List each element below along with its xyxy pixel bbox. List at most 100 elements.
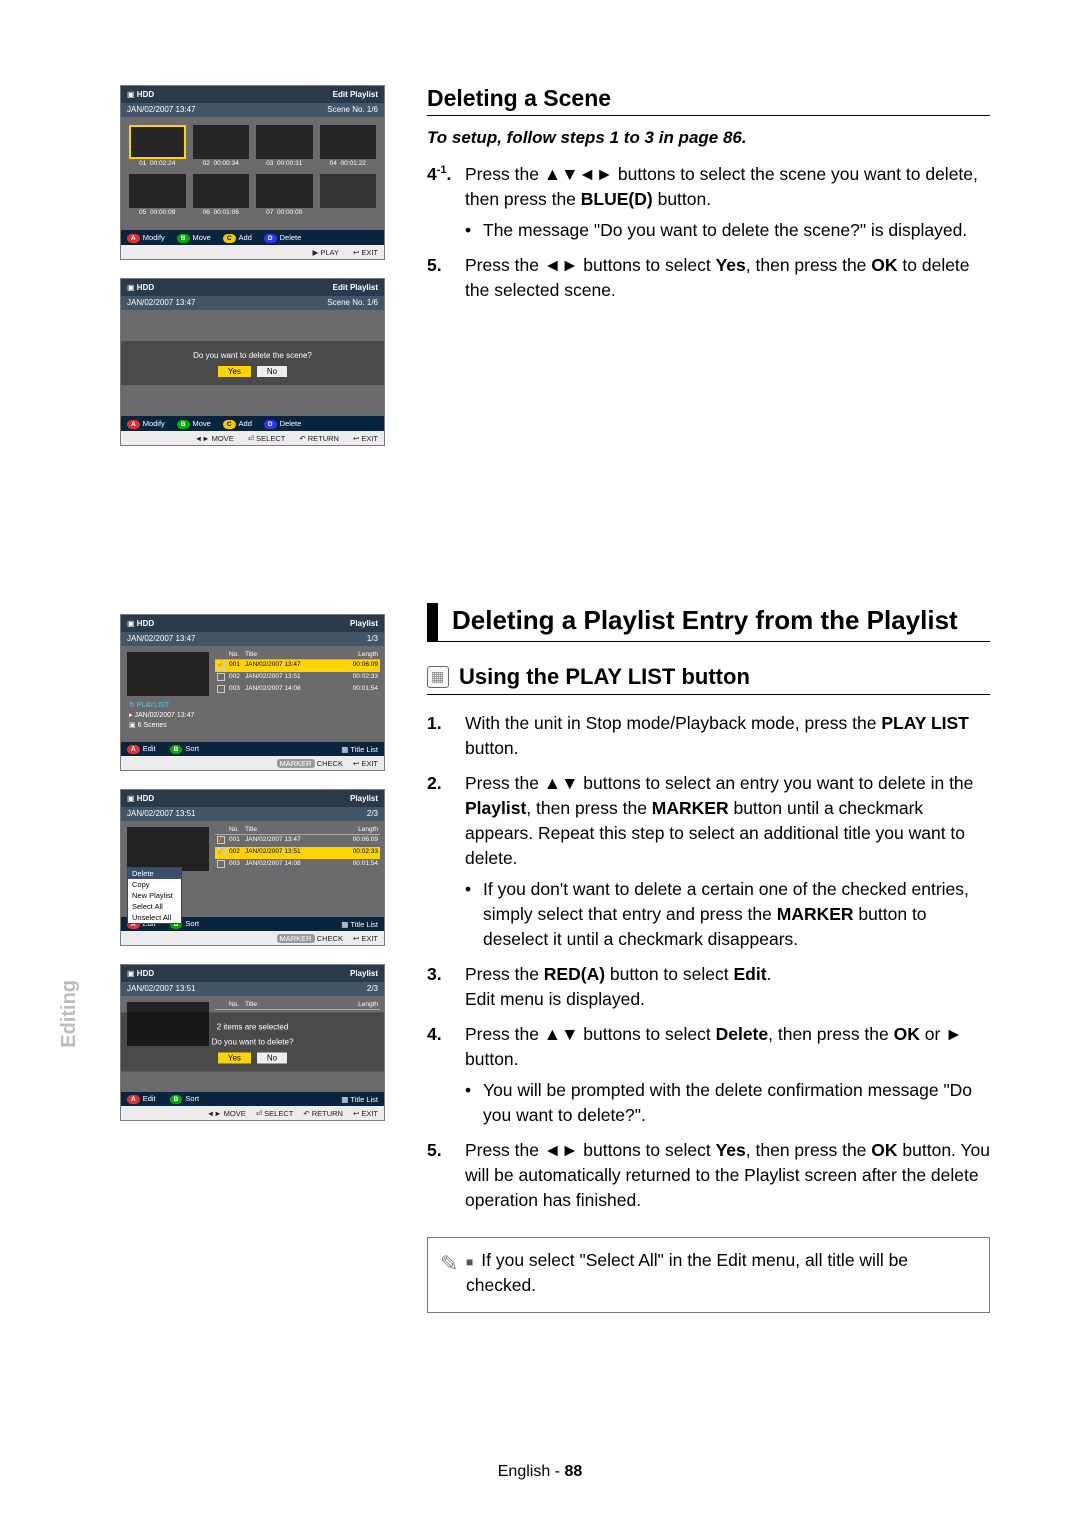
scene-thumb[interactable]: 02 00:00:34: [193, 125, 250, 167]
scene-thumb[interactable]: 01 00:02:24: [129, 125, 186, 167]
page-counter: 2/3: [367, 809, 378, 819]
timestamp: JAN/02/2007 13:51: [127, 984, 367, 994]
panel-mode: Edit Playlist: [333, 283, 378, 292]
panel-mode: Playlist: [350, 969, 378, 978]
move-label[interactable]: Move: [193, 419, 211, 428]
confirm-dialog: Do you want to delete the scene? Yes No: [121, 341, 384, 385]
modify-label[interactable]: Modify: [143, 233, 165, 242]
panel-title: HDD: [137, 969, 350, 978]
playlist-panel-3: ▣ HDD Playlist JAN/02/2007 13:51 2/3: [120, 964, 385, 1121]
playlist-info: ↻ PLAYLIST ▸ JAN/02/2007 13:47 ▣ 6 Scene…: [127, 700, 209, 730]
ctx-item-select-all[interactable]: Select All: [128, 901, 181, 912]
side-tab: Editing: [58, 980, 81, 1048]
hdd-icon: ▣: [127, 283, 135, 292]
step-5: 5. Press the ◄► buttons to select Yes, t…: [427, 253, 990, 303]
select-hint: ⏎ SELECT: [256, 1109, 294, 1118]
table-header: No. Title Length: [215, 1000, 380, 1010]
yes-button[interactable]: Yes: [218, 366, 251, 377]
edit-context-menu[interactable]: DeleteCopyNew PlaylistSelect AllUnselect…: [127, 867, 182, 924]
table-row[interactable]: 001JAN/02/2007 13:4700:06:09: [215, 660, 380, 672]
scene-grid: 01 00:02:2402 00:00:3403 00:00:3104 00:0…: [129, 125, 376, 216]
exit-hint: ↩ EXIT: [353, 248, 378, 257]
add-label[interactable]: Add: [239, 419, 252, 428]
add-label[interactable]: Add: [239, 233, 252, 242]
return-hint: ↶ RETURN: [299, 434, 339, 443]
step-1: 1. With the unit in Stop mode/Playback m…: [427, 711, 990, 761]
panel-mode: Playlist: [350, 794, 378, 803]
modify-label[interactable]: Modify: [143, 419, 165, 428]
table-row[interactable]: 003JAN/02/2007 14:0800:01:54: [215, 684, 380, 696]
ctx-item-unselect-all[interactable]: Unselect All: [128, 912, 181, 923]
step-3: 3. Press the RED(A) button to select Edi…: [427, 962, 990, 1012]
playlist-panel-2: ▣ HDD Playlist JAN/02/2007 13:51 2/3 7 1…: [120, 789, 385, 946]
panel-title: HDD: [137, 619, 350, 628]
titlelist-label[interactable]: Title List: [350, 1095, 378, 1104]
scene-thumb[interactable]: 06 00:01:06: [193, 174, 250, 216]
scene-thumb[interactable]: 03 00:00:31: [256, 125, 313, 167]
panel-mode: Playlist: [350, 619, 378, 628]
confirm-message: Do you want to delete the scene?: [127, 351, 378, 360]
hdd-icon: ▣: [127, 619, 135, 628]
timestamp: JAN/02/2007 13:47: [127, 298, 327, 308]
ctx-item-new-playlist[interactable]: New Playlist: [128, 890, 181, 901]
delete-label[interactable]: Delete: [280, 419, 302, 428]
step-2: 2. Press the ▲▼ buttons to select an ent…: [427, 771, 990, 952]
step-5b: 5. Press the ◄► buttons to select Yes, t…: [427, 1138, 990, 1213]
exit-hint: ↩ EXIT: [353, 1109, 378, 1118]
subsection-heading: Using the PLAY LIST button: [427, 664, 990, 695]
sort-label[interactable]: Sort: [185, 744, 199, 753]
select-hint: ⏎ SELECT: [248, 434, 286, 443]
timestamp: JAN/02/2007 13:51: [127, 809, 367, 819]
panel-title: HDD: [137, 283, 333, 292]
right-column: Deleting a Scene To setup, follow steps …: [427, 85, 990, 1313]
ctx-item-copy[interactable]: Copy: [128, 879, 181, 890]
confirm-line1: 2 items are selected: [127, 1023, 378, 1032]
section-heading: Deleting a Scene: [427, 85, 990, 116]
no-button[interactable]: No: [257, 366, 287, 377]
left-column: ▣ HDD Edit Playlist JAN/02/2007 13:47 Sc…: [120, 85, 385, 1313]
table-row[interactable]: 003JAN/02/2007 14:0800:01:54: [215, 859, 380, 871]
note-box: ✎ If you select "Select All" in the Edit…: [427, 1237, 990, 1313]
confirm-dialog: 2 items are selected Do you want to dele…: [121, 1013, 384, 1072]
marker-hint: MARKER CHECK: [277, 759, 343, 768]
confirm-line2: Do you want to delete?: [127, 1038, 378, 1047]
delete-label[interactable]: Delete: [280, 233, 302, 242]
page-counter: 1/3: [367, 634, 378, 644]
table-row[interactable]: 001JAN/02/2007 13:4700:06:09: [215, 835, 380, 847]
timestamp: JAN/02/2007 13:47: [127, 105, 327, 115]
move-hint: ◄► MOVE: [195, 434, 234, 443]
scene-thumb[interactable]: 07 00:00:00: [256, 174, 313, 216]
edit-label[interactable]: Edit: [143, 1094, 156, 1103]
titlelist-label[interactable]: Title List: [350, 920, 378, 929]
page-footer: English - 88: [0, 1463, 1080, 1481]
scene-edit-panel: ▣ HDD Edit Playlist JAN/02/2007 13:47 Sc…: [120, 85, 385, 260]
table-header: No. Title Length: [215, 825, 380, 835]
table-row[interactable]: 002JAN/02/2007 13:5100:02:33: [215, 672, 380, 684]
panel-mode: Edit Playlist: [333, 90, 378, 99]
sort-label[interactable]: Sort: [185, 919, 199, 928]
step-4: 4. Press the ▲▼ buttons to select Delete…: [427, 1022, 990, 1128]
table-header: No. Title Length: [215, 650, 380, 660]
setup-note: To setup, follow steps 1 to 3 in page 86…: [427, 128, 990, 148]
yes-button[interactable]: Yes: [218, 1053, 251, 1064]
move-label[interactable]: Move: [193, 233, 211, 242]
scene-thumb[interactable]: 05 00:00:09: [129, 174, 186, 216]
exit-hint: ↩ EXIT: [353, 759, 378, 768]
sort-label[interactable]: Sort: [185, 1094, 199, 1103]
scene-counter: Scene No. 1/6: [327, 298, 378, 308]
note-text: If you select "Select All" in the Edit m…: [466, 1248, 977, 1298]
note-icon: ✎: [440, 1248, 466, 1298]
move-hint: ◄► MOVE: [207, 1109, 246, 1118]
section-heading-major: Deleting a Playlist Entry from the Playl…: [427, 603, 990, 642]
hdd-icon: ▣: [127, 969, 135, 978]
table-row[interactable]: 002JAN/02/2007 13:5100:02:33: [215, 847, 380, 859]
ctx-item-delete[interactable]: Delete: [128, 868, 181, 879]
play-hint: ▶ PLAY: [312, 248, 338, 257]
edit-label[interactable]: Edit: [143, 744, 156, 753]
no-button[interactable]: No: [257, 1053, 287, 1064]
titlelist-label[interactable]: Title List: [350, 745, 378, 754]
timestamp: JAN/02/2007 13:47: [127, 634, 367, 644]
page-counter: 2/3: [367, 984, 378, 994]
scene-thumb[interactable]: 04 00:01:22: [320, 125, 377, 167]
hdd-icon: ▣: [127, 90, 135, 99]
